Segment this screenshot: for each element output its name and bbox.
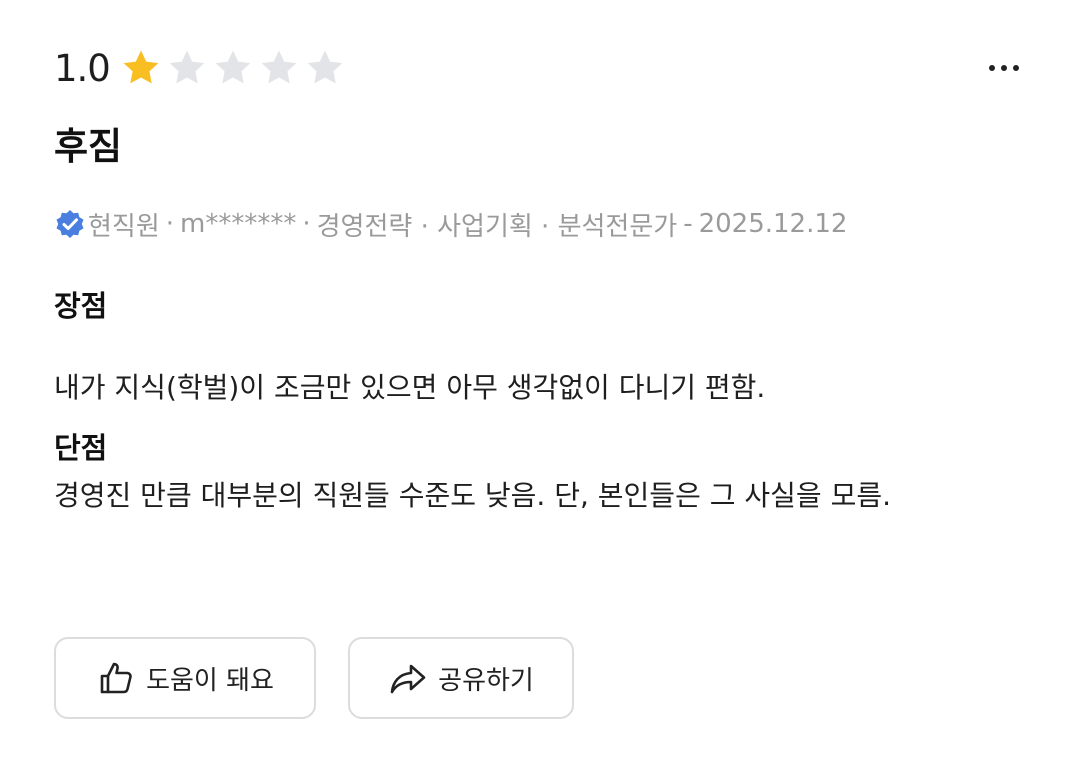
- review-date: 2025.12.12: [698, 209, 848, 239]
- meta-separator: ·: [165, 209, 175, 239]
- star-icon: [166, 47, 208, 89]
- verified-badge-icon: [54, 208, 86, 240]
- review-meta: 현직원 · m******* · 경영전략 · 사업기획 · 분석전문가 - 2…: [54, 204, 1034, 244]
- cons-text: 경영진 만큼 대부분의 직원들 수준도 낮음. 단, 본인들은 그 사실을 모름…: [54, 479, 891, 512]
- review-title: 후짐: [54, 125, 123, 168]
- star-icon: [212, 47, 254, 89]
- share-arrow-icon: [388, 658, 428, 698]
- rating-value: 1.0: [54, 46, 111, 90]
- thumbs-up-icon: [96, 658, 136, 698]
- more-horizontal-icon: [989, 65, 995, 71]
- more-dot: [1013, 65, 1019, 71]
- reviewer-id: m*******: [180, 209, 297, 239]
- more-dot: [1001, 65, 1007, 71]
- meta-separator: -: [683, 209, 693, 239]
- review-actions: 도움이 돼요 공유하기: [54, 637, 574, 719]
- more-options-button[interactable]: [974, 50, 1034, 86]
- helpful-button[interactable]: 도움이 돼요: [54, 637, 316, 719]
- helpful-button-label: 도움이 돼요: [146, 665, 274, 696]
- review-card: 1.0 후짐 현직원 · m******* · 경영전략 · 사업기획 · 분석…: [54, 40, 1034, 522]
- employment-status: 현직원: [88, 211, 160, 242]
- rating-row: 1.0: [54, 40, 1034, 96]
- pros-text: 내가 지식(학벌)이 조금만 있으면 아무 생각없이 다니기 편함.: [54, 371, 766, 404]
- pros-heading: 장점: [54, 289, 108, 323]
- star-icon: [258, 47, 300, 89]
- share-button[interactable]: 공유하기: [348, 637, 574, 719]
- meta-separator: ·: [302, 209, 311, 239]
- cons-heading: 단점: [54, 431, 108, 465]
- job-category: 경영전략 · 사업기획 · 분석전문가: [316, 211, 678, 242]
- share-button-label: 공유하기: [438, 665, 534, 696]
- star-rating: [120, 47, 350, 89]
- star-icon: [120, 47, 162, 89]
- star-icon: [304, 47, 346, 89]
